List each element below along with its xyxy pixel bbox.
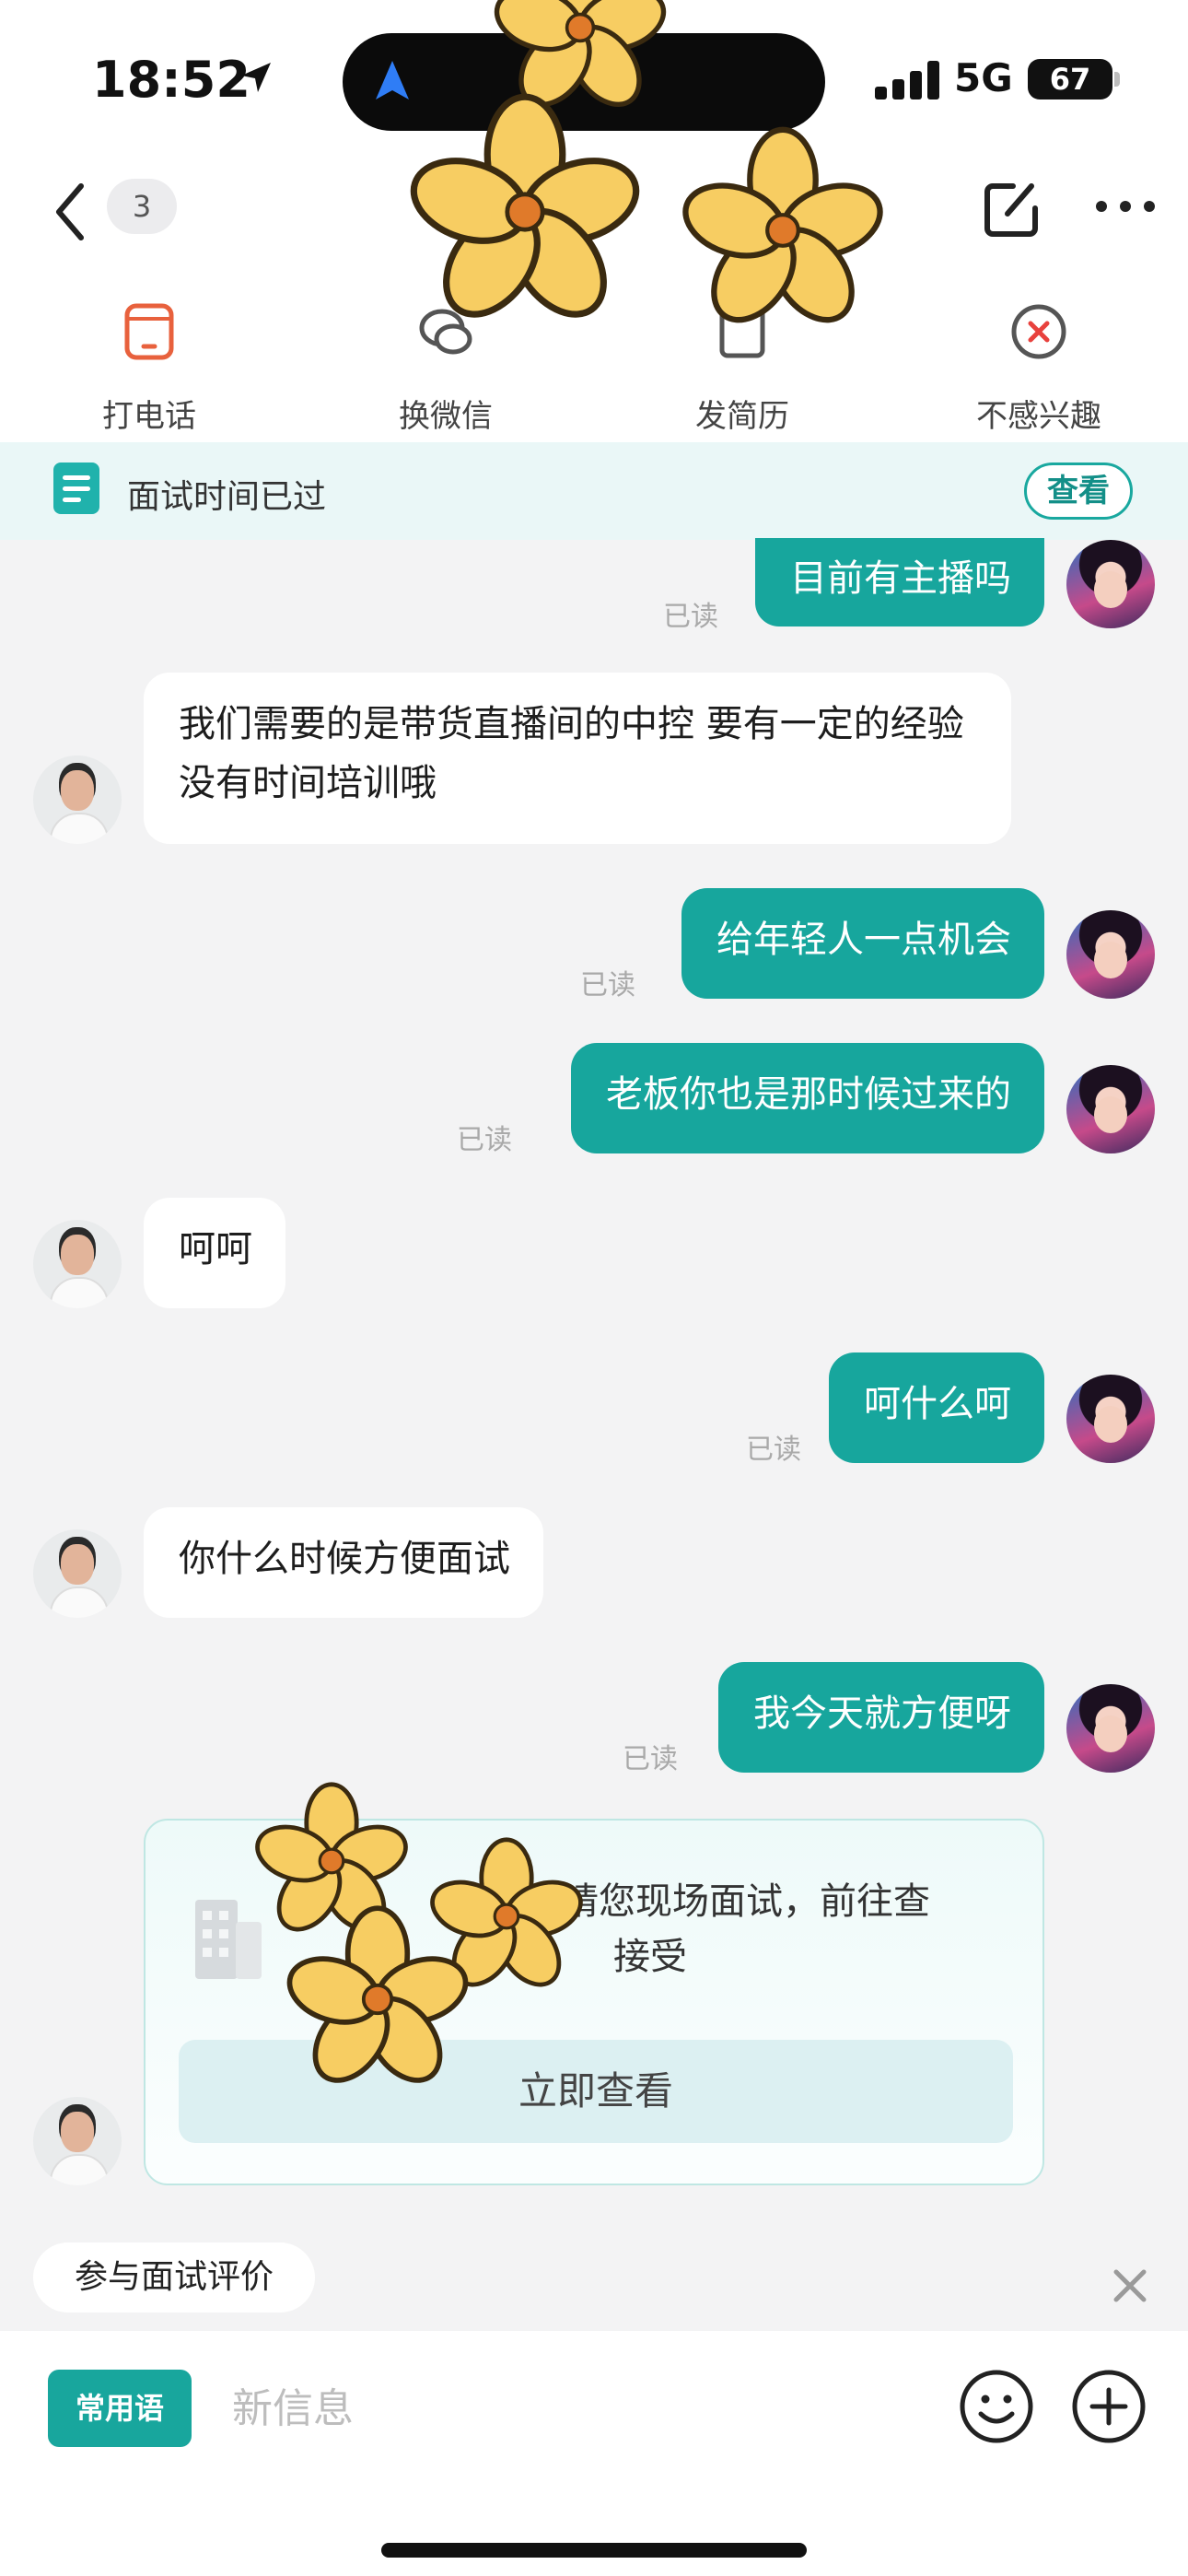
message-bubble-sent[interactable]: 目前有主播吗 <box>755 538 1044 626</box>
read-status: 已读 <box>580 969 635 1001</box>
call-label: 打电话 <box>102 398 196 435</box>
wechat-action[interactable]: 换微信 <box>335 295 556 435</box>
close-icon[interactable] <box>1112 2268 1147 2303</box>
message-bubble-sent[interactable]: 老板你也是那时候过来的 <box>571 1043 1044 1153</box>
navigation-icon <box>376 61 409 100</box>
common-phrases-button[interactable]: 常用语 <box>48 2370 192 2447</box>
plus-icon[interactable] <box>1070 2368 1147 2445</box>
home-indicator <box>381 2543 807 2558</box>
status-bar: 18:52 5G 67 <box>0 0 1188 157</box>
read-status: 已读 <box>663 601 718 633</box>
wechat-label: 换微信 <box>399 398 493 435</box>
resume-label: 发简历 <box>695 398 789 435</box>
message-bubble-received[interactable]: 我们需要的是带货直播间的中控 要有一定的经验 没有时间培训哦 <box>144 673 1011 844</box>
my-avatar[interactable] <box>1066 1684 1155 1773</box>
nav-bar: 3 <box>0 157 1188 276</box>
read-status: 已读 <box>746 1434 801 1466</box>
wechat-icon <box>419 309 472 355</box>
banner-view-button[interactable]: 查看 <box>1024 463 1133 520</box>
message-bubble-sent[interactable]: 给年轻人一点机会 <box>681 888 1044 999</box>
banner-text: 面试时间已过 <box>127 478 327 516</box>
status-time: 18:52 <box>92 51 250 109</box>
my-avatar[interactable] <box>1066 1065 1155 1153</box>
my-avatar[interactable] <box>1066 540 1155 628</box>
signal-icon <box>875 61 939 100</box>
resume-action[interactable]: 发简历 <box>632 295 853 435</box>
battery-tip <box>1114 72 1120 87</box>
message-input[interactable] <box>232 2370 914 2447</box>
input-bar: 常用语 <box>0 2331 1188 2576</box>
invite-text-line2: 接受 <box>613 1936 687 1978</box>
emoji-icon[interactable] <box>958 2368 1035 2445</box>
location-arrow-icon <box>241 63 271 92</box>
read-status: 已读 <box>623 1743 678 1775</box>
message-bubble-sent[interactable]: 我今天就方便呀 <box>718 1662 1044 1773</box>
invite-text: 邀请您现场面试，前往查 接受 <box>308 1874 1026 1985</box>
edit-note-icon[interactable] <box>980 177 1044 241</box>
battery-icon: 67 <box>1028 59 1112 100</box>
action-row: 打电话 换微信 发简历 不感兴趣 <box>0 276 1188 442</box>
my-avatar[interactable] <box>1066 910 1155 999</box>
call-action[interactable]: 打电话 <box>39 295 260 435</box>
not-interested-label: 不感兴趣 <box>976 398 1101 435</box>
resume-icon <box>719 305 765 358</box>
network-type: 5G <box>954 55 1013 100</box>
message-bubble-received[interactable]: 你什么时候方便面试 <box>144 1507 543 1618</box>
message-bubble-received[interactable]: 呵呵 <box>144 1198 285 1308</box>
interview-invite-card[interactable]: 邀请您现场面试，前往查 接受 立即查看 <box>144 1819 1044 2185</box>
back-chevron-icon[interactable] <box>50 181 90 243</box>
phone-icon <box>124 303 174 360</box>
read-status: 已读 <box>457 1124 512 1156</box>
unread-badge: 3 <box>107 179 177 234</box>
document-icon <box>53 463 99 514</box>
invite-text-line1: 邀请您现场面试，前往查 <box>525 1880 930 1923</box>
my-avatar[interactable] <box>1066 1375 1155 1463</box>
recruiter-avatar[interactable] <box>33 1529 122 1618</box>
recruiter-avatar[interactable] <box>33 1220 122 1308</box>
recruiter-avatar[interactable] <box>33 755 122 844</box>
not-interested-action[interactable]: 不感兴趣 <box>928 295 1149 435</box>
message-bubble-sent[interactable]: 呵什么呵 <box>829 1352 1044 1463</box>
more-options-icon[interactable] <box>1096 201 1155 214</box>
not-interested-icon <box>1011 304 1066 359</box>
recruiter-avatar[interactable] <box>33 2097 122 2185</box>
building-icon <box>195 1900 262 1979</box>
interview-review-chip[interactable]: 参与面试评价 <box>33 2242 315 2313</box>
interview-banner: 面试时间已过 查看 <box>0 442 1188 540</box>
view-now-button[interactable]: 立即查看 <box>179 2040 1013 2143</box>
